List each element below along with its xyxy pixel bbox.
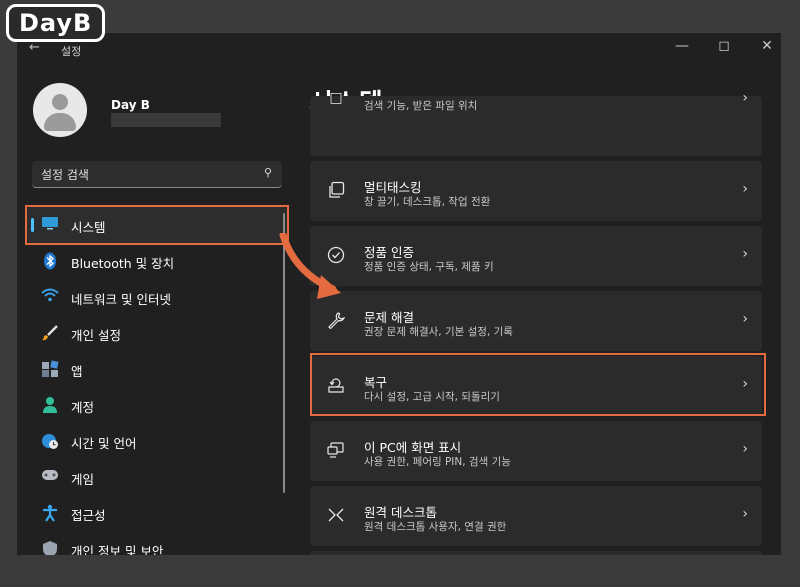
search-box[interactable]: 설정 검색 ⚲ xyxy=(32,161,282,188)
redacted-email xyxy=(111,113,221,127)
nearby-sharing-icon: □ xyxy=(329,90,343,106)
sidebar-item-network[interactable]: 네트워크 및 인터넷 xyxy=(27,279,287,315)
close-icon[interactable]: ✕ xyxy=(757,38,777,54)
sidebar-item-label: 게임 xyxy=(71,472,95,487)
sidebar-item-label: Bluetooth 및 장치 xyxy=(71,256,175,271)
card-desc: 창 끌기, 데스크톱, 작업 전환 xyxy=(364,196,491,208)
sidebar-item-personalization[interactable]: 개인 설정 xyxy=(27,315,287,351)
chevron-right-icon: › xyxy=(742,90,748,106)
apps-icon xyxy=(41,360,59,378)
sidebar-item-privacy[interactable]: 개인 정보 및 보안 xyxy=(27,531,287,556)
card-project-to-pc[interactable]: 이 PC에 화면 표시 사용 권한, 페어링 PIN, 검색 기능 › xyxy=(310,421,762,481)
sidebar-item-label: 개인 설정 xyxy=(71,328,121,343)
sidebar-item-accounts[interactable]: 계정 xyxy=(27,387,287,423)
sidebar-item-time-language[interactable]: 시간 및 언어 xyxy=(27,423,287,459)
sidebar-item-label: 네트워크 및 인터넷 xyxy=(71,292,171,307)
sidebar-item-label: 앱 xyxy=(71,364,83,379)
sidebar-nav: 시스템 Bluetooth 및 장치 네트워크 및 인터넷 개인 설정 앱 계정… xyxy=(27,207,287,556)
avatar[interactable] xyxy=(33,83,87,137)
sidebar-item-label: 시간 및 언어 xyxy=(71,436,137,451)
chevron-right-icon: › xyxy=(742,246,748,262)
card-desc: 권장 문제 해결사, 기본 설정, 기록 xyxy=(364,326,513,338)
user-name: Day B xyxy=(111,98,150,112)
highlight-system-nav xyxy=(25,205,289,245)
brush-icon xyxy=(41,324,59,342)
search-input[interactable]: 설정 검색 xyxy=(41,166,89,183)
minimize-icon[interactable]: — xyxy=(672,38,692,54)
app-title: 설정 xyxy=(61,45,82,58)
sidebar-item-bluetooth[interactable]: Bluetooth 및 장치 xyxy=(27,243,287,279)
gamepad-icon xyxy=(41,468,59,486)
highlight-recovery-card xyxy=(310,353,766,416)
back-arrow-icon[interactable]: ← xyxy=(29,40,40,55)
sidebar-item-label: 계정 xyxy=(71,400,95,415)
maximize-icon[interactable]: ◻ xyxy=(714,38,734,54)
card-multitasking[interactable]: 멀티태스킹 창 끌기, 데스크톱, 작업 전환 › xyxy=(310,161,762,221)
card-desc: 원격 데스크톱 사용자, 연결 권한 xyxy=(364,521,507,533)
bluetooth-icon xyxy=(41,252,59,270)
chevron-right-icon: › xyxy=(742,441,748,457)
card-remote-desktop[interactable]: 원격 데스크톱 원격 데스크톱 사용자, 연결 권한 › xyxy=(310,486,762,546)
project-icon xyxy=(326,441,346,461)
card-next-partial[interactable] xyxy=(310,551,762,555)
annotation-arrow-icon xyxy=(279,233,341,299)
remote-desktop-icon xyxy=(326,506,346,526)
card-nearby-sharing[interactable]: □ 검색 기능, 받은 파일 위치 › xyxy=(310,90,762,156)
chevron-right-icon: › xyxy=(742,311,748,327)
search-icon[interactable]: ⚲ xyxy=(264,166,272,179)
title-bar: ← 설정 — ◻ ✕ xyxy=(17,33,781,63)
chevron-right-icon: › xyxy=(742,181,748,197)
wifi-icon xyxy=(41,288,59,306)
card-troubleshoot[interactable]: 문제 해결 권장 문제 해결사, 기본 설정, 기록 › xyxy=(310,291,762,351)
chevron-right-icon: › xyxy=(742,506,748,522)
sidebar-item-gaming[interactable]: 게임 xyxy=(27,459,287,495)
sidebar-item-label: 개인 정보 및 보안 xyxy=(71,544,164,556)
card-desc: 검색 기능, 받은 파일 위치 xyxy=(364,100,478,112)
globe-clock-icon xyxy=(41,432,59,450)
card-desc: 사용 권한, 페어링 PIN, 검색 기능 xyxy=(364,456,511,468)
person-icon xyxy=(41,396,59,414)
card-desc: 정품 인증 상태, 구독, 제품 키 xyxy=(364,261,494,273)
sidebar-item-apps[interactable]: 앱 xyxy=(27,351,287,387)
shield-icon xyxy=(41,540,59,555)
sidebar-item-accessibility[interactable]: 접근성 xyxy=(27,495,287,531)
sidebar-item-label: 접근성 xyxy=(71,508,106,523)
card-activation[interactable]: 정품 인증 정품 인증 상태, 구독, 제품 키 › xyxy=(310,226,762,286)
multitasking-icon xyxy=(326,181,346,201)
accessibility-icon xyxy=(41,504,59,522)
settings-window: ← 설정 — ◻ ✕ Day B 설정 검색 ⚲ 시스템 Bluetooth 및… xyxy=(16,32,782,556)
watermark-logo: DayB xyxy=(6,4,106,42)
wrench-icon xyxy=(326,311,346,331)
